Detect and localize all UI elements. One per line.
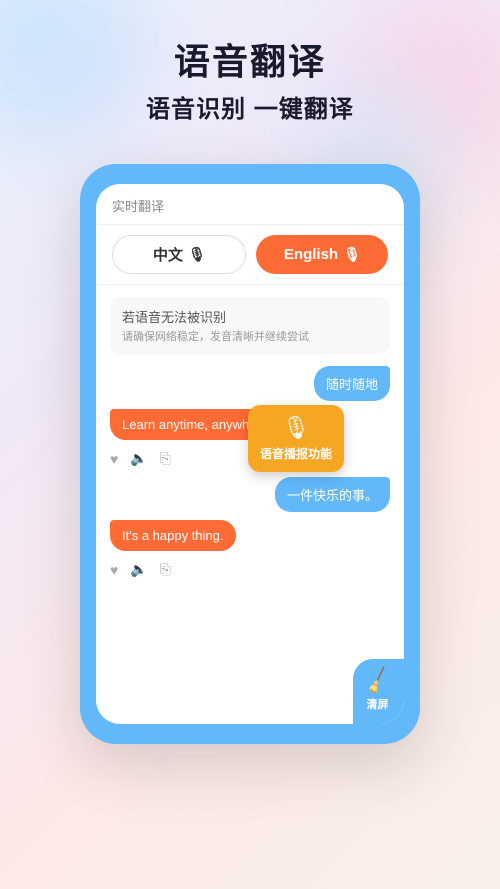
mic-cn-icon: 🎙 (189, 247, 205, 263)
recognition-fail-desc: 请确保网络稳定，发音清晰并继续尝试 (122, 328, 378, 344)
speaker-icon-2[interactable]: 🔈 (130, 561, 147, 578)
top-bar-label: 实时翻译 (112, 199, 164, 214)
copy-icon-2[interactable]: ⎘ (160, 561, 171, 578)
heart-icon-1[interactable]: ♥ (110, 451, 118, 467)
chat-bubble-right-1: 随时随地 (314, 366, 390, 401)
top-bar: 实时翻译 (96, 184, 404, 225)
mic-en-icon: 🎙 (344, 247, 360, 263)
recognition-fail-box: 若语音无法被识别 请确保网络稳定，发音清晰并继续尝试 (110, 297, 390, 354)
lang-cn-label: 中文 (153, 244, 183, 265)
copy-icon-1[interactable]: ⎘ (160, 450, 171, 467)
recognition-fail-title: 若语音无法被识别 (122, 307, 378, 326)
broom-icon: 🧹 (362, 666, 394, 698)
lang-english-button[interactable]: English 🎙 (256, 235, 388, 274)
main-title: 语音翻译 (0, 40, 500, 83)
tooltip-popup: 🎙 语音播报功能 (248, 405, 344, 472)
action-row-2: ♥ 🔈 ⎘ (110, 559, 390, 580)
heart-icon-2[interactable]: ♥ (110, 562, 118, 578)
lang-selector: 中文 🎙 English 🎙 (96, 225, 404, 285)
chat-area: 若语音无法被识别 请确保网络稳定，发音清晰并继续尝试 随时随地 Learn an… (96, 285, 404, 724)
clear-label: 清屏 (367, 696, 389, 712)
lang-chinese-button[interactable]: 中文 🎙 (112, 235, 246, 274)
phone-mockup: 实时翻译 中文 🎙 English 🎙 若语音无法被识别 请确保网络稳定，发音 (80, 164, 420, 744)
lang-en-label: English (284, 246, 338, 263)
sub-title: 语音识别 一键翻译 (0, 89, 500, 124)
chat-bubble-left-2: It's a happy thing. (110, 520, 236, 551)
tooltip-mic-icon: 🎙 (282, 415, 310, 441)
tooltip-label: 语音播报功能 (260, 445, 332, 462)
speaker-icon-1[interactable]: 🔈 (130, 450, 147, 467)
chat-bubble-right-2: 一件快乐的事。 (275, 477, 390, 512)
clear-button[interactable]: 🧹 清屏 (353, 659, 404, 724)
